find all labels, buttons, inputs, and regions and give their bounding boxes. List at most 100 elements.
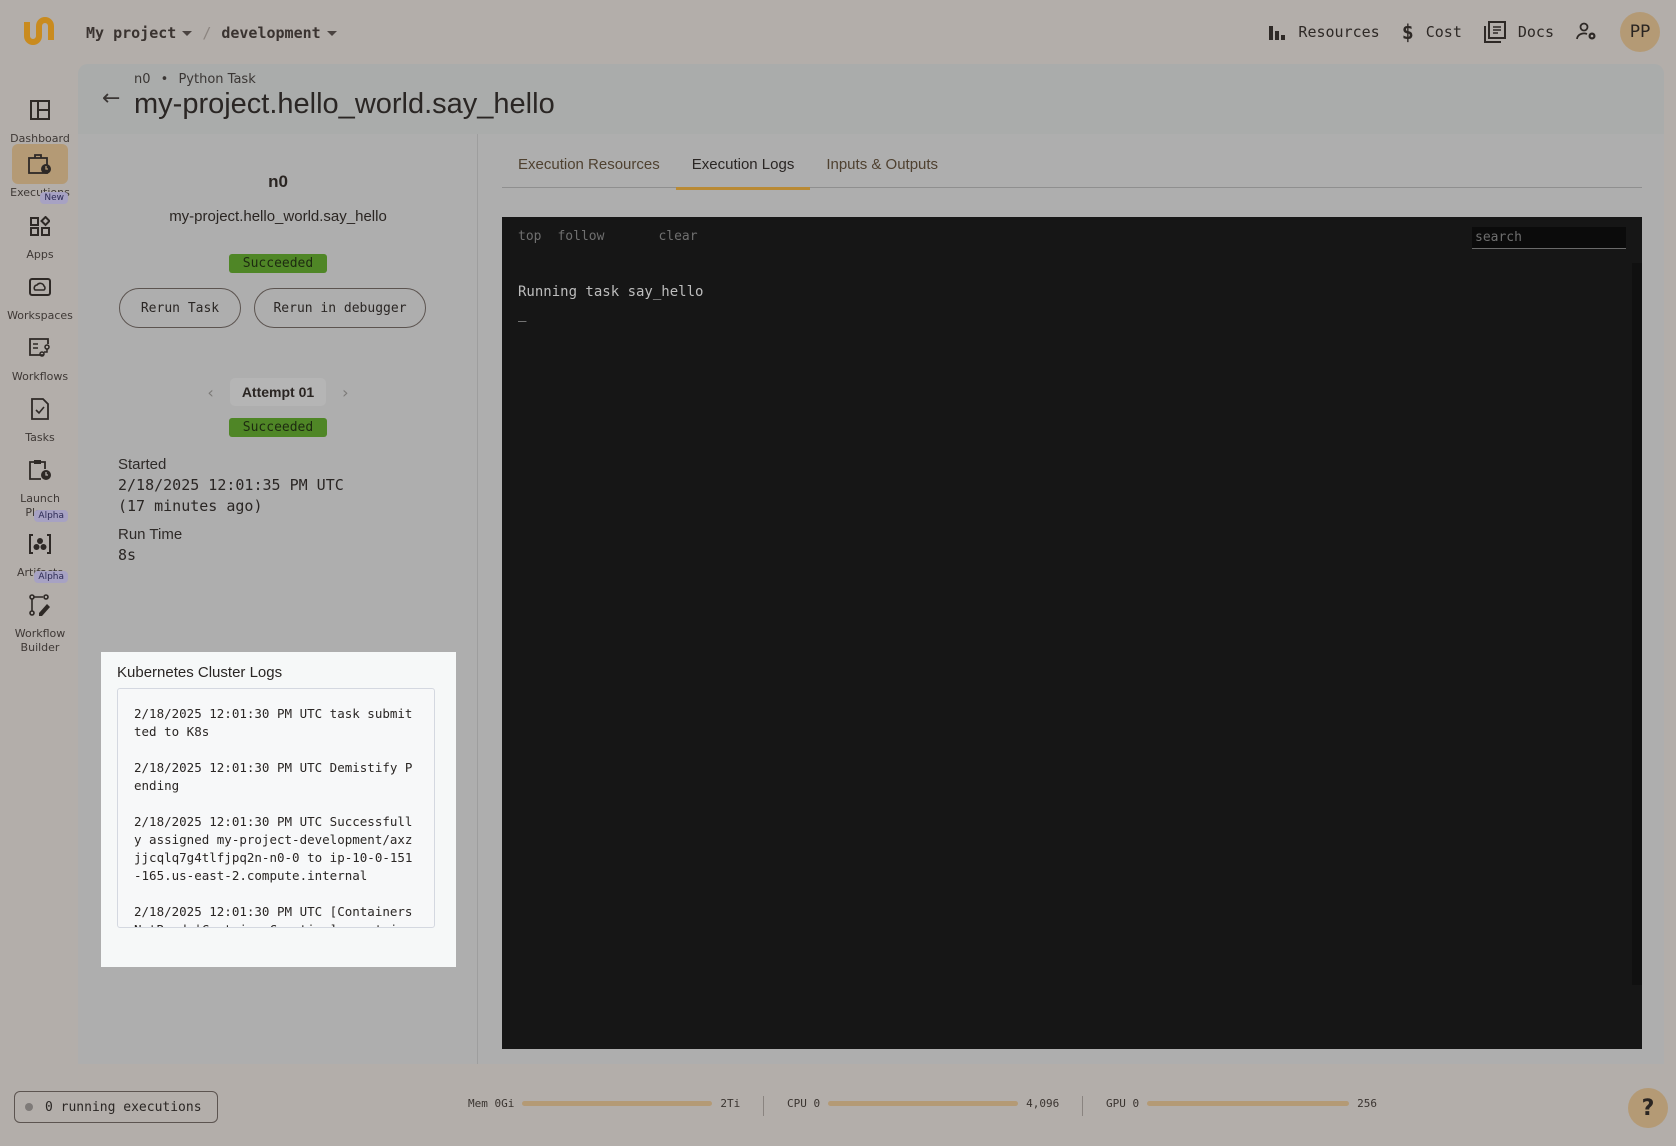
divider — [763, 1096, 764, 1116]
nav-docs[interactable]: Docs — [1483, 21, 1554, 43]
user-settings-button[interactable] — [1576, 22, 1598, 42]
log-search-input[interactable] — [1472, 227, 1626, 249]
back-arrow-icon[interactable]: ← — [102, 86, 120, 111]
help-icon: ? — [1641, 1095, 1655, 1121]
task-name: my-project.hello_world.say_hello — [169, 208, 387, 225]
status-dot-icon — [25, 1103, 33, 1111]
tab-label: Execution Logs — [691, 156, 795, 173]
terminal-cursor: _ — [518, 306, 527, 322]
cpu-label: CPU 0 — [787, 1097, 821, 1110]
attempt-status-badge: Succeeded — [228, 418, 328, 437]
dollar-icon: $ — [1401, 20, 1414, 44]
avatar[interactable]: PP — [1620, 12, 1660, 52]
scroll-top-button[interactable]: top — [518, 229, 541, 244]
previous-attempt-icon[interactable]: ‹ — [207, 383, 213, 402]
user-settings-icon — [1576, 22, 1596, 40]
sidebar-item-label: Tasks — [25, 431, 55, 444]
label-line1: Launch — [20, 492, 60, 505]
project-selector[interactable]: My project — [86, 24, 193, 42]
cpu-meter: CPU 0 4,096 — [787, 1097, 1059, 1110]
sidebar-item-workspaces[interactable]: Workspaces — [0, 267, 80, 323]
rerun-task-button[interactable]: Rerun Task — [119, 288, 241, 328]
breadcrumb-separator: / — [202, 24, 212, 42]
nav-docs-label: Docs — [1517, 23, 1554, 41]
terminal-output: Running task say_hello _ — [518, 281, 703, 325]
tab-label: Execution Resources — [518, 156, 660, 173]
sidebar-item-workflow-builder[interactable]: Alpha Workflow Builder — [0, 571, 80, 655]
workflow-builder-icon — [29, 594, 50, 616]
logo-icon — [24, 17, 54, 45]
log-entry: 2/18/2025 12:01:30 PM UTC [ContainersNot… — [134, 904, 413, 927]
log-entry: 2/18/2025 12:01:30 PM UTC Demistify Pend… — [134, 760, 413, 793]
tasks-icon — [31, 398, 49, 420]
label-line1: Workflow — [14, 627, 66, 640]
mem-max: 2Ti — [720, 1097, 741, 1110]
brand-logo[interactable] — [20, 14, 58, 50]
tab-execution-resources[interactable]: Execution Resources — [502, 144, 676, 188]
log-entry: 2/18/2025 12:01:30 PM UTC task submitted… — [134, 706, 413, 739]
label-line2: Builder — [20, 641, 60, 654]
started-label: Started — [118, 456, 167, 473]
runtime-label: Run Time — [118, 526, 183, 543]
attempt-selector[interactable]: Attempt 01 — [229, 378, 327, 406]
alpha-badge: Alpha — [34, 510, 68, 522]
workflows-icon — [29, 338, 50, 357]
runtime-value: 8s — [118, 546, 137, 564]
main-panel: ← n0 • Python Task my-project.hello_worl… — [78, 64, 1664, 1064]
sidebar-item-label: Workspaces — [7, 309, 73, 322]
follow-button[interactable]: follow — [557, 229, 604, 244]
page-title: my-project.hello_world.say_hello — [134, 88, 555, 120]
apps-icon — [30, 216, 50, 236]
dashboard-icon — [30, 100, 50, 120]
log-line: Running task say_hello — [518, 284, 704, 300]
log-entry: 2/18/2025 12:01:30 PM UTC Successfully a… — [134, 814, 413, 883]
rerun-debugger-label: Rerun in debugger — [273, 300, 407, 316]
task-subtitle: n0 • Python Task — [134, 72, 256, 87]
nav-resources[interactable]: Resources — [1268, 23, 1380, 41]
new-badge: New — [40, 192, 68, 204]
k8s-logs-title: Kubernetes Cluster Logs — [117, 664, 283, 681]
clear-button[interactable]: clear — [658, 229, 697, 244]
help-button[interactable]: ? — [1628, 1088, 1668, 1128]
sidebar-item-tasks[interactable]: Tasks — [0, 389, 80, 445]
running-executions-label: 0 running executions — [45, 1099, 202, 1115]
mem-bar — [522, 1101, 713, 1106]
nav-cost-label: Cost — [1425, 23, 1462, 41]
workspaces-icon — [29, 278, 51, 296]
artifacts-icon — [29, 534, 51, 554]
terminal-scrollbar[interactable] — [1632, 263, 1642, 985]
separator-dot: • — [160, 72, 169, 87]
sidebar-item-workflows[interactable]: Workflows — [0, 328, 80, 384]
sidebar-item-label: Workflows — [11, 370, 69, 383]
bar-chart-icon — [1269, 26, 1286, 40]
sidebar-item-apps[interactable]: New Apps — [0, 192, 80, 262]
next-attempt-icon[interactable]: › — [342, 383, 348, 402]
domain-name: development — [221, 24, 321, 42]
sidebar-item-dashboard[interactable]: Dashboard — [0, 90, 80, 146]
chevron-down-icon — [182, 31, 193, 36]
mem-meter: Mem 0Gi 2Ti — [468, 1097, 740, 1110]
top-nav: Resources $ Cost Docs PP — [1268, 12, 1660, 52]
project-name: My project — [86, 24, 177, 42]
cpu-bar — [828, 1101, 1019, 1106]
tab-inputs-outputs[interactable]: Inputs & Outputs — [810, 144, 954, 188]
sidebar-item-executions[interactable]: Executions — [0, 144, 80, 200]
nav-resources-label: Resources — [1298, 23, 1380, 41]
executions-icon — [28, 154, 51, 174]
node-id: n0 — [134, 72, 151, 87]
chevron-down-icon — [326, 31, 337, 36]
tab-bar: Execution Resources Execution Logs Input… — [502, 144, 1642, 190]
task-type: Python Task — [178, 72, 256, 87]
nav-cost[interactable]: $ Cost — [1402, 20, 1462, 44]
tab-execution-logs[interactable]: Execution Logs — [675, 144, 811, 190]
rerun-debugger-button[interactable]: Rerun in debugger — [254, 288, 426, 328]
k8s-logs-list[interactable]: 2/18/2025 12:01:30 PM UTC task submitted… — [117, 688, 435, 928]
avatar-initials: PP — [1629, 22, 1651, 42]
domain-selector[interactable]: development — [221, 24, 337, 42]
running-executions-button[interactable]: 0 running executions — [14, 1091, 218, 1123]
task-details-panel: n0 my-project.hello_world.say_hello Succ… — [78, 134, 478, 1064]
started-relative: (17 minutes ago) — [118, 497, 263, 515]
docs-icon — [1483, 21, 1506, 43]
sidebar-item-label: Workflow Builder — [0, 627, 80, 655]
launch-plans-icon — [29, 460, 51, 480]
